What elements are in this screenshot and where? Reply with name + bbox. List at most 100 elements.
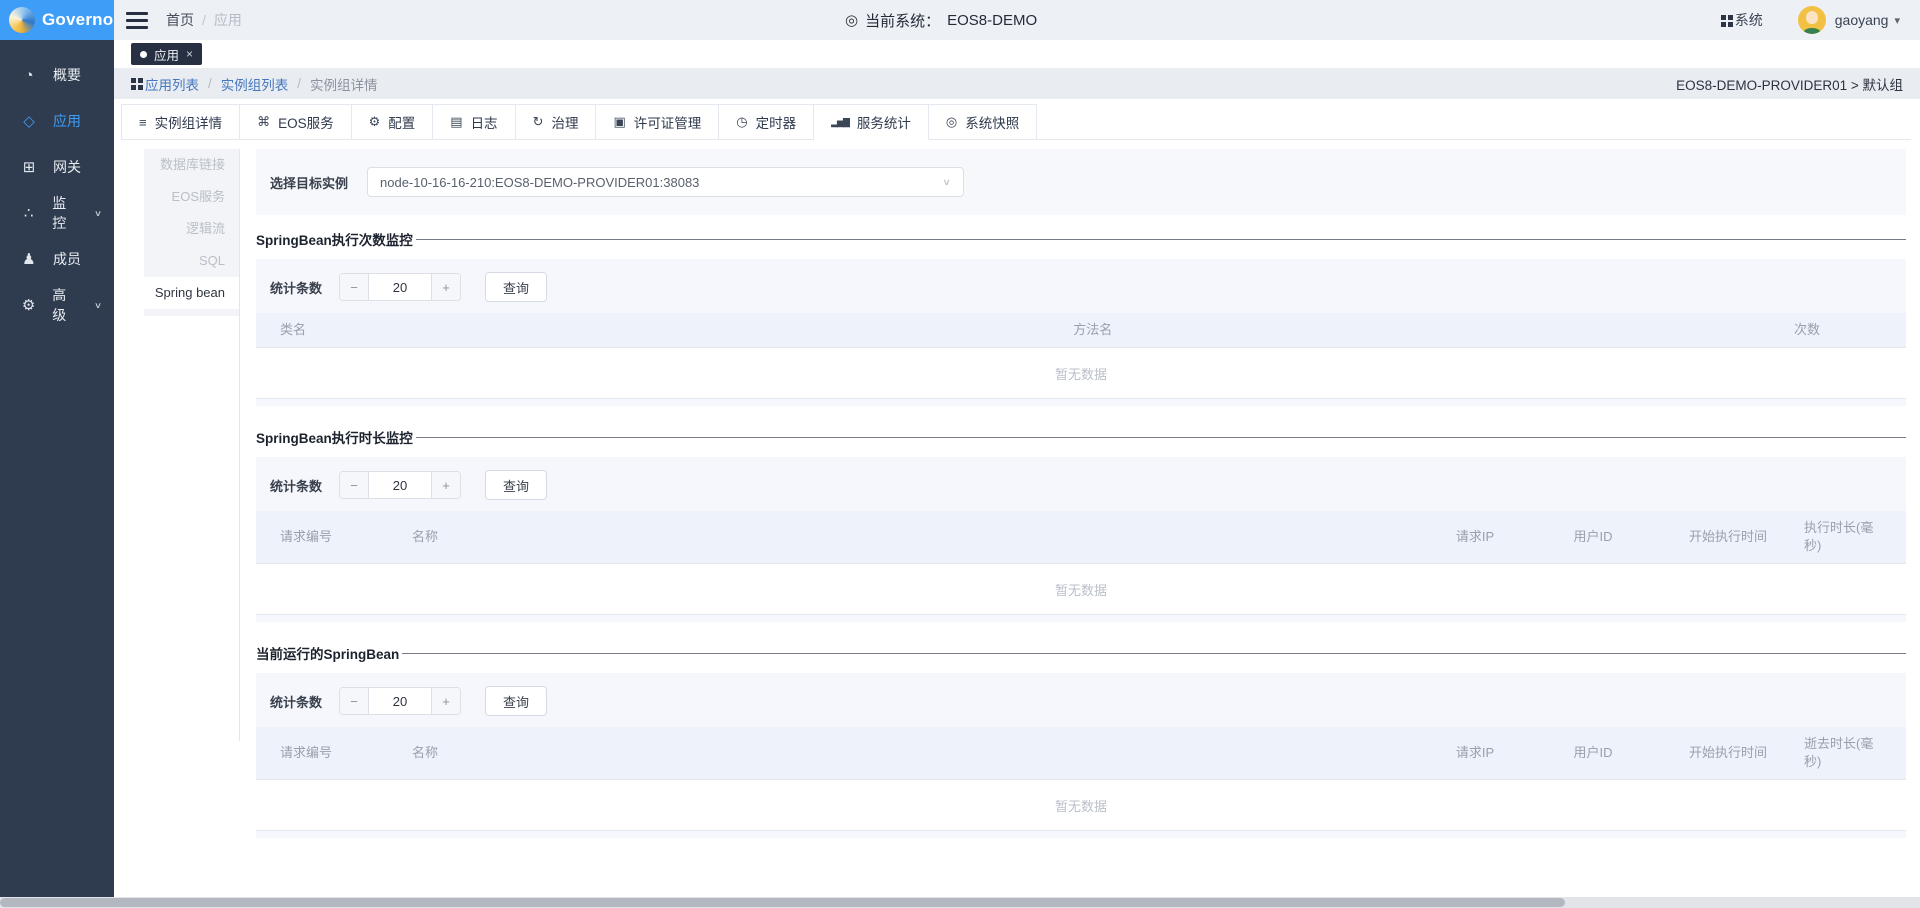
- empty-state: 暂无数据: [256, 779, 1906, 831]
- tab-instance-group-detail[interactable]: ≡ 实例组详情: [121, 104, 240, 140]
- stepper-plus-button[interactable]: +: [431, 688, 460, 714]
- column-header-request-ip: 请求IP: [1416, 744, 1534, 762]
- breadcrumb-current: 应用: [214, 10, 242, 30]
- tab-system-snapshot[interactable]: ◎ 系统快照: [929, 104, 1037, 140]
- breadcrumb-separator: /: [208, 76, 212, 91]
- tag-chip-applications[interactable]: 应用 ×: [131, 43, 202, 65]
- column-header-start-time: 开始执行时间: [1652, 528, 1804, 546]
- tab-timer[interactable]: ◷ 定时器: [719, 104, 814, 140]
- table-header: 请求编号 名称 请求IP 用户ID 开始执行时间 逝去时长(毫秒): [256, 727, 1906, 779]
- section-running: 统计条数 − + 查询 请求编号 名称 请求IP 用户ID 开始执行时间 逝去时…: [256, 673, 1906, 838]
- sidebar-item-label: 成员: [53, 249, 81, 269]
- username: gaoyang: [1835, 12, 1889, 28]
- horizontal-scrollbar-track[interactable]: [0, 897, 1920, 908]
- refresh-circle-icon: ↻: [533, 114, 544, 130]
- instance-select-value: node-10-16-16-210:EOS8-DEMO-PROVIDER01:3…: [380, 175, 699, 190]
- submenu-item-db-links[interactable]: 数据库链接: [144, 149, 239, 181]
- sidebar-item-gateway[interactable]: ⊞ 网关: [0, 144, 114, 190]
- sidebar: Governor ◔ 概要 ◇ 应用 ⊞ 网关 ∴ 监控 ∨ ♟ 成员 ⚙ 高级…: [0, 0, 114, 908]
- system-menu-label: 系统: [1735, 10, 1763, 30]
- section-title-running: 当前运行的SpringBean: [256, 643, 1906, 663]
- section-title-exec-duration: SpringBean执行时长监控: [256, 427, 1906, 447]
- close-icon[interactable]: ×: [186, 47, 193, 61]
- section-divider: [416, 239, 1906, 240]
- stepper-plus-button[interactable]: +: [431, 472, 460, 498]
- active-dot-icon: [140, 51, 147, 58]
- tab-logs[interactable]: ▤ 日志: [433, 104, 515, 140]
- sidebar-item-overview[interactable]: ◔ 概要: [0, 52, 114, 98]
- stepper-minus-button[interactable]: −: [340, 688, 369, 714]
- chevron-down-icon: ∨: [94, 208, 102, 218]
- hamburger-menu-icon[interactable]: [126, 12, 148, 29]
- count-input[interactable]: [369, 688, 431, 714]
- tab-license-management[interactable]: ▣ 许可证管理: [596, 104, 719, 140]
- tab-label: 服务统计: [857, 112, 911, 132]
- sidebar-item-label: 监控: [52, 193, 79, 233]
- submenu-item-spring-bean[interactable]: Spring bean: [144, 277, 239, 309]
- tab-label: 定时器: [756, 112, 797, 132]
- link-app-list[interactable]: 应用列表: [145, 74, 199, 94]
- column-header-user-id: 用户ID: [1534, 744, 1652, 762]
- user-menu[interactable]: gaoyang ▾: [1835, 12, 1900, 28]
- system-menu[interactable]: 系统: [1721, 10, 1763, 30]
- avatar[interactable]: [1798, 6, 1826, 34]
- link-instance-group-list[interactable]: 实例组列表: [221, 74, 289, 94]
- column-header-start-time: 开始执行时间: [1652, 744, 1804, 762]
- clock-icon: ◷: [736, 114, 747, 130]
- tab-label: 日志: [471, 112, 498, 132]
- stepper-minus-button[interactable]: −: [340, 274, 369, 300]
- tab-label: 治理: [551, 112, 578, 132]
- instance-select[interactable]: node-10-16-16-210:EOS8-DEMO-PROVIDER01:3…: [367, 167, 964, 197]
- current-system[interactable]: ◎ 当前系统： EOS8-DEMO: [845, 10, 1037, 31]
- horizontal-scrollbar-thumb[interactable]: [0, 898, 1565, 907]
- section-divider: [402, 653, 1906, 654]
- query-button[interactable]: 查询: [485, 686, 547, 716]
- column-header-class-name: 类名: [280, 321, 793, 339]
- section-divider: [416, 437, 1906, 438]
- stepper-minus-button[interactable]: −: [340, 472, 369, 498]
- empty-state: 暂无数据: [256, 347, 1906, 399]
- sidebar-item-applications[interactable]: ◇ 应用: [0, 98, 114, 144]
- count-input[interactable]: [369, 274, 431, 300]
- empty-state: 暂无数据: [256, 563, 1906, 615]
- breadcrumb: 首页 / 应用: [166, 10, 242, 30]
- stepper-plus-button[interactable]: +: [431, 274, 460, 300]
- current-system-label: 当前系统：: [865, 10, 940, 31]
- breadcrumb-current-page: 实例组详情: [310, 74, 378, 94]
- clipboard-icon: ▣: [613, 114, 625, 130]
- bar-chart-icon: ▂▅▇: [831, 117, 849, 128]
- sidebar-item-monitoring[interactable]: ∴ 监控 ∨: [0, 190, 114, 236]
- sidebar-item-members[interactable]: ♟ 成员: [0, 236, 114, 282]
- stepper-row: 统计条数 − + 查询: [256, 457, 1906, 511]
- submenu-item-eos-service[interactable]: EOS服务: [144, 181, 239, 213]
- current-system-value: EOS8-DEMO: [947, 12, 1037, 29]
- column-header-user-id: 用户ID: [1534, 528, 1652, 546]
- tab-config[interactable]: ⚙ 配置: [352, 104, 434, 140]
- list-icon: ≡: [139, 115, 147, 130]
- chevron-down-icon: ∨: [94, 300, 102, 310]
- tab-governance[interactable]: ↻ 治理: [516, 104, 597, 140]
- tab-service-statistics[interactable]: ▂▅▇ 服务统计: [814, 104, 929, 140]
- instance-group-context: EOS8-DEMO-PROVIDER01 > 默认组: [1676, 74, 1903, 94]
- app-logo[interactable]: Governor: [0, 0, 114, 40]
- count-input[interactable]: [369, 472, 431, 498]
- panel: 选择目标实例 node-10-16-16-210:EOS8-DEMO-PROVI…: [240, 140, 1920, 908]
- tab-label: 许可证管理: [634, 112, 702, 132]
- section-title-text: 当前运行的SpringBean: [256, 643, 399, 663]
- main-area: 首页 / 应用 ◎ 当前系统： EOS8-DEMO 系统 gaoyang ▾ 应…: [114, 0, 1920, 908]
- submenu-item-sql[interactable]: SQL: [144, 245, 239, 277]
- sidebar-item-label: 概要: [53, 65, 81, 85]
- gears-icon: ⚙: [20, 296, 37, 314]
- sidebar-item-advanced[interactable]: ⚙ 高级 ∨: [0, 282, 114, 328]
- query-button[interactable]: 查询: [485, 470, 547, 500]
- query-button[interactable]: 查询: [485, 272, 547, 302]
- tab-nav: ≡ 实例组详情 ⌘ EOS服务 ⚙ 配置 ▤ 日志 ↻ 治理 ▣ 许可证管理 ◷…: [121, 104, 1911, 140]
- grid-icon: [131, 78, 136, 83]
- app-cube-icon: ◇: [20, 112, 38, 130]
- stepper-row: 统计条数 − + 查询: [256, 673, 1906, 727]
- stepper-row: 统计条数 − + 查询: [256, 259, 1906, 313]
- document-icon: ▤: [450, 114, 462, 130]
- submenu-item-logic-flow[interactable]: 逻辑流: [144, 213, 239, 245]
- breadcrumb-home[interactable]: 首页: [166, 10, 194, 30]
- tab-eos-service[interactable]: ⌘ EOS服务: [240, 104, 352, 140]
